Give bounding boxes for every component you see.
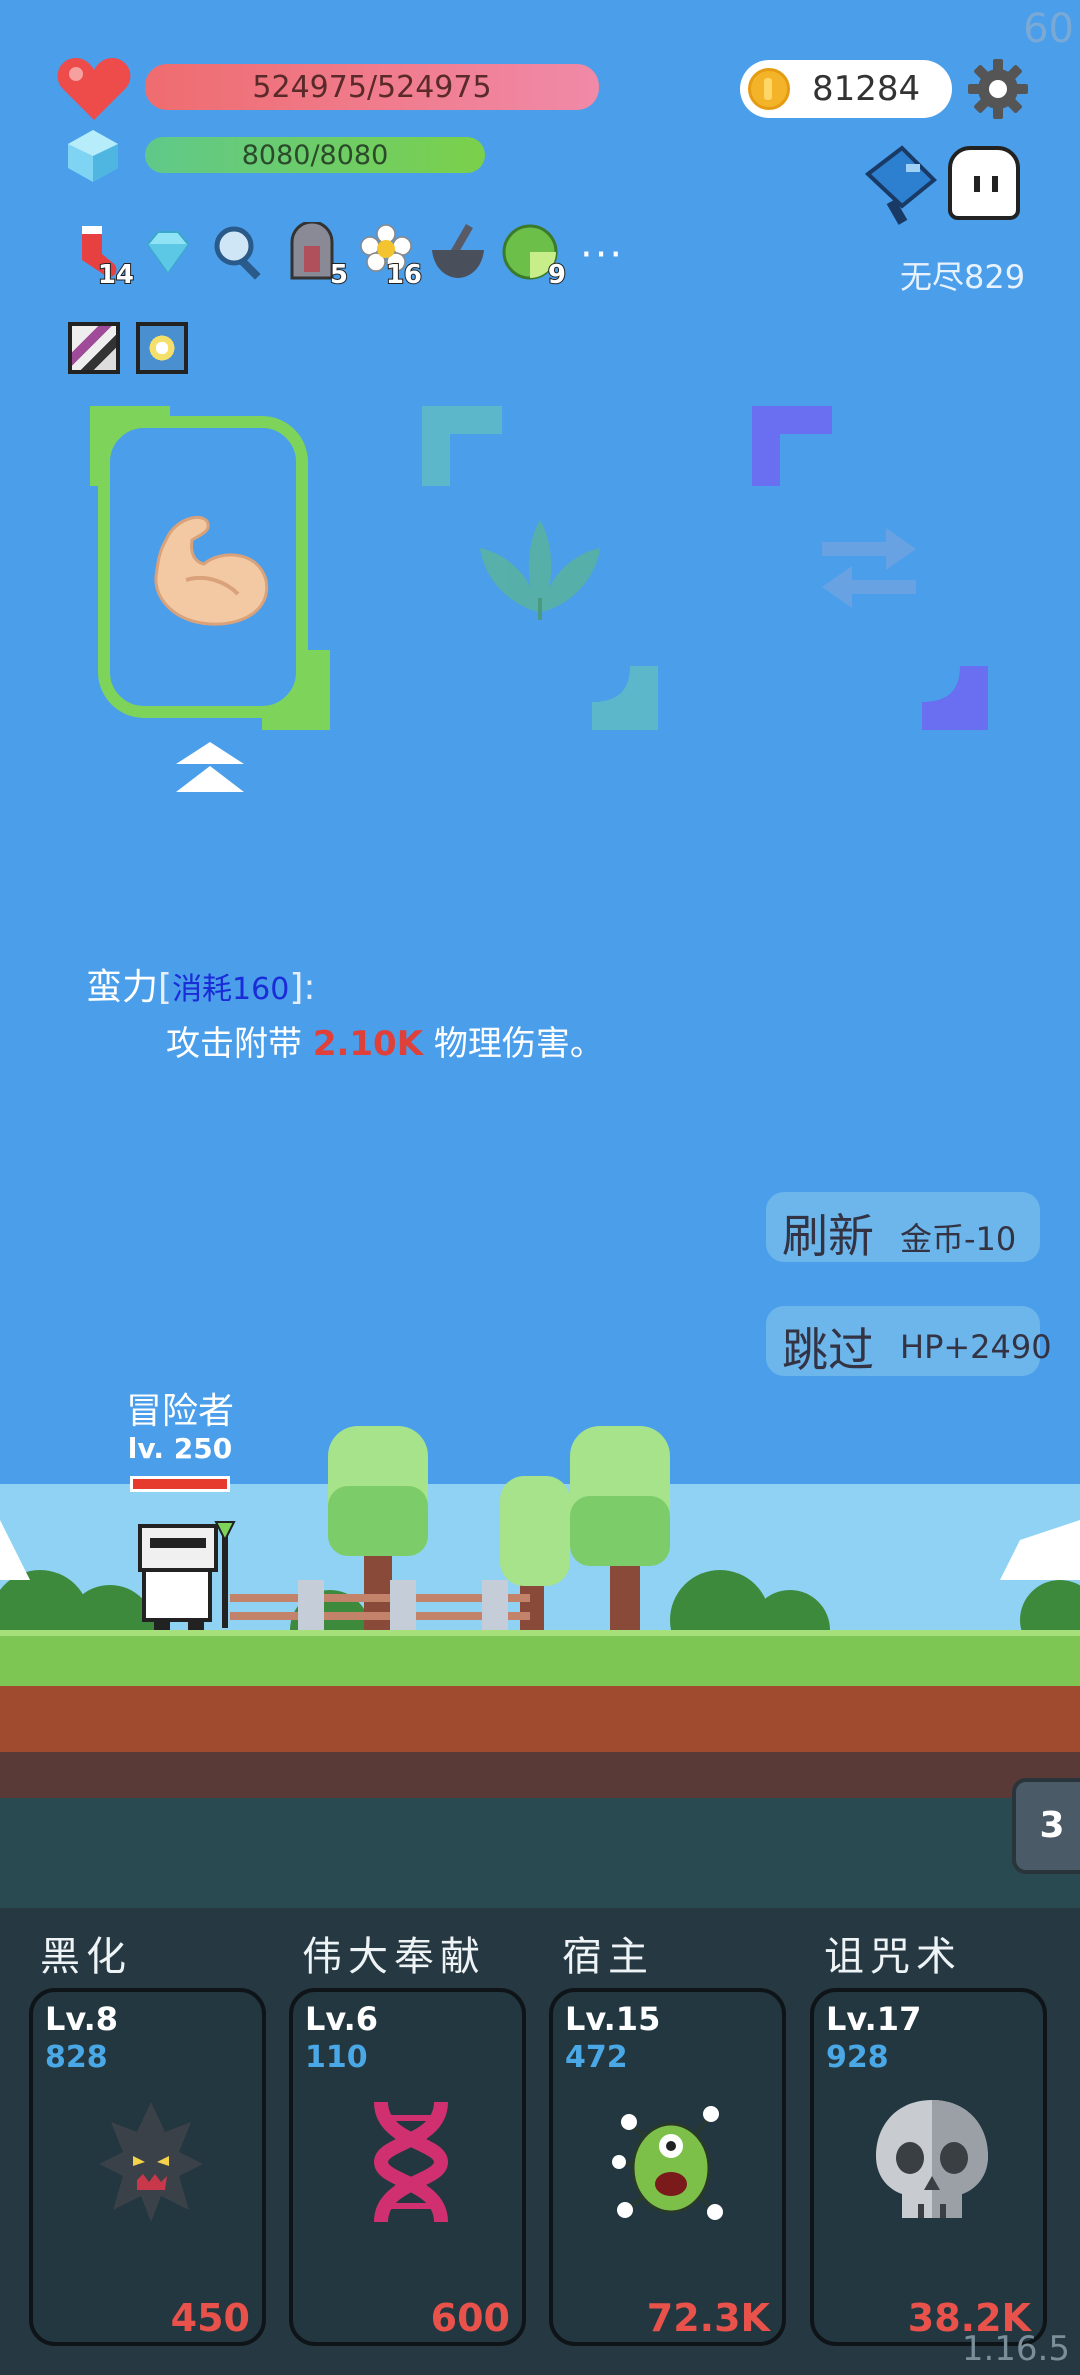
- muscle-arm-icon: [154, 515, 269, 626]
- more-items-button[interactable]: ···: [580, 232, 624, 278]
- skill-desc-title: 蛮力[消耗160]:: [86, 967, 316, 1008]
- settings-gear-icon[interactable]: [966, 57, 1030, 121]
- card-cost: 450: [170, 2296, 250, 2340]
- dirt-top: [0, 1686, 1080, 1752]
- refresh-label: 刷新: [782, 1209, 874, 1263]
- fps-counter: 60: [1023, 6, 1074, 52]
- knight-player-sprite[interactable]: [132, 1520, 242, 1632]
- leaf-icon: [480, 520, 600, 620]
- magnifier-icon[interactable]: [210, 222, 270, 282]
- water-band: [0, 1798, 1080, 1908]
- side-badge[interactable]: 3: [1012, 1778, 1080, 1874]
- card-value: 472: [565, 2040, 628, 2075]
- card-cost: 72.3K: [646, 2296, 770, 2340]
- cleaver-icon[interactable]: [862, 144, 946, 228]
- gold-counter: 81284: [740, 60, 952, 118]
- skill-desc-line: 攻击附带 2.10K 物理伤害。: [166, 1016, 604, 1065]
- skip-reward: HP+2490: [900, 1328, 1052, 1366]
- dirt-deep: [0, 1752, 1080, 1798]
- ghost-companion-icon[interactable]: [948, 146, 1020, 220]
- mp-text: 8080/8080: [241, 139, 389, 171]
- lime-icon[interactable]: 9: [500, 222, 567, 291]
- card-label-blacken: 黑化: [40, 1934, 132, 1980]
- tombstone-icon[interactable]: 5: [282, 220, 349, 291]
- card-label-devotion: 伟大奉献: [302, 1934, 486, 1980]
- buff-slash-icon[interactable]: [68, 322, 120, 374]
- card-label-host: 宿主: [562, 1934, 654, 1980]
- card-level: Lv.6: [305, 2000, 379, 2038]
- skip-label: 跳过: [782, 1323, 874, 1377]
- card-cost: 600: [430, 2296, 510, 2340]
- endless-level: 无尽829: [900, 258, 1026, 296]
- diamond-icon[interactable]: [138, 222, 198, 282]
- version-label: 1.16.5: [961, 2329, 1070, 2369]
- sock-icon[interactable]: 14: [68, 222, 135, 291]
- skill-card-curse[interactable]: Lv.17 928 38.2K: [810, 1988, 1047, 2346]
- card-level: Lv.17: [826, 2000, 922, 2038]
- mp-bar: 8080/8080: [145, 137, 485, 173]
- card-value: 828: [45, 2040, 108, 2075]
- skull-icon: [876, 2100, 988, 2218]
- dark-tree-icon: [99, 2102, 203, 2222]
- coin-icon: [748, 68, 790, 110]
- player-name: 冒险者: [125, 1391, 234, 1432]
- skill-card-host[interactable]: Lv.15 472 72.3K: [549, 1988, 786, 2346]
- fence: [230, 1580, 530, 1632]
- skill-card-blacken[interactable]: Lv.8 828 450: [29, 1988, 266, 2346]
- upgrade-arrows-icon[interactable]: [172, 742, 248, 798]
- skill-cost: 消耗160: [172, 972, 290, 1007]
- refresh-button[interactable]: 刷新 金币-10: [766, 1192, 1040, 1263]
- buff-sun-icon[interactable]: [136, 322, 188, 374]
- grass: [0, 1630, 1080, 1686]
- egg-flower-icon[interactable]: 16: [356, 222, 423, 291]
- hp-bar: 524975/524975: [145, 64, 599, 110]
- green-monster-icon: [612, 2106, 723, 2220]
- mortar-icon[interactable]: [428, 222, 488, 282]
- skill-card-devotion[interactable]: Lv.6 110 600: [289, 1988, 526, 2346]
- card-label-curse: 诅咒术: [824, 1934, 962, 1980]
- crystal-icon: [68, 130, 118, 182]
- swap-arrows-icon: [822, 528, 916, 608]
- player-hp-bar: [130, 1476, 230, 1492]
- gold-amount: 81284: [812, 69, 921, 109]
- desc-damage: 2.10K: [312, 1024, 424, 1064]
- desc-suffix: 物理伤害。: [433, 1024, 604, 1064]
- card-value: 928: [826, 2040, 889, 2075]
- hp-text: 524975/524975: [252, 69, 492, 105]
- card-value: 110: [305, 2040, 368, 2075]
- card-level: Lv.8: [45, 2000, 119, 2038]
- heart-icon: [57, 58, 131, 120]
- skip-button[interactable]: 跳过 HP+2490: [766, 1306, 1052, 1377]
- desc-prefix: 攻击附带: [166, 1024, 302, 1064]
- skill-name: 蛮力: [86, 967, 159, 1008]
- player-level: lv. 250: [127, 1432, 233, 1465]
- card-level: Lv.15: [565, 2000, 661, 2038]
- dna-icon: [373, 2101, 449, 2223]
- refresh-cost: 金币-10: [900, 1220, 1017, 1258]
